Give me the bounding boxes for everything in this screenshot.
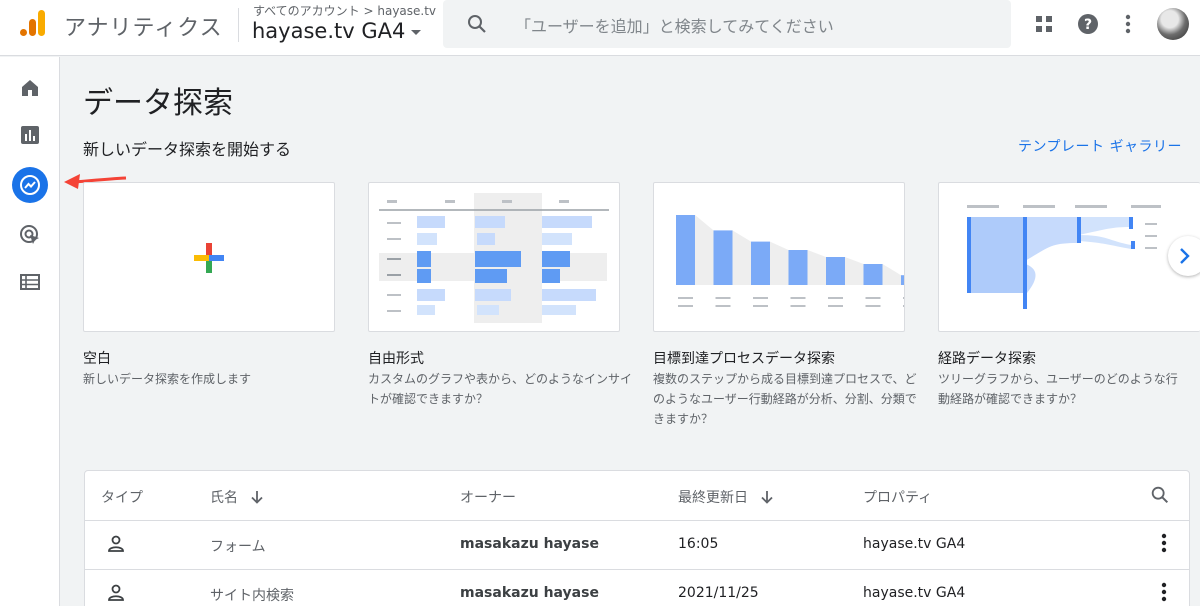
section-title: 新しいデータ探索を開始する (83, 140, 292, 159)
search-bar[interactable]: 「ユーザーを追加」と検索してみてください (443, 0, 1011, 48)
funnel-label-line (865, 297, 881, 299)
chevron-right-icon (1180, 248, 1190, 264)
more-vert-icon[interactable] (1116, 12, 1140, 36)
row-owner: masakazu hayase (460, 585, 599, 601)
funnel-label-line (715, 305, 731, 307)
header-type-label: タイプ (101, 490, 143, 506)
funnel-label-line (790, 297, 806, 299)
breadcrumb[interactable]: すべてのアカウント > hayase.tv (253, 2, 436, 19)
explorations-table: タイプ 氏名 オーナー 最終更新日 プロパティ フォーム masakazu ha… (84, 470, 1190, 606)
funnel-dropoff (770, 241, 789, 285)
funnel-preview (676, 215, 904, 307)
page-title: データ探索 (83, 86, 233, 121)
funnel-label-line (753, 305, 768, 307)
header-name[interactable]: 氏名 (210, 487, 264, 507)
sort-arrow-down-icon (251, 491, 263, 504)
funnel-label-line (753, 297, 768, 299)
header-owner-label: オーナー (460, 490, 516, 506)
funnel-bar (676, 215, 695, 285)
template-card-blank[interactable] (83, 182, 335, 332)
search-placeholder: 「ユーザーを追加」と検索してみてください (515, 17, 834, 36)
sort-arrow-down-icon (761, 491, 773, 504)
funnel-bar (826, 257, 845, 285)
funnel-dropoff (732, 230, 751, 285)
template-desc: 複数のステップから成る目標到達プロセスで、どのようなユーザー行動経路が分析、分割… (653, 372, 917, 426)
property-selector[interactable]: hayase.tv GA4 (252, 19, 422, 43)
header-updated-label: 最終更新日 (678, 490, 748, 506)
nav-configure-icon[interactable] (12, 264, 48, 300)
person-icon (108, 584, 124, 601)
carousel-next-button[interactable] (1168, 236, 1200, 276)
row-name[interactable]: フォーム (210, 536, 266, 556)
search-icon (468, 15, 486, 33)
table-row[interactable]: フォーム masakazu hayase 16:05 hayase.tv GA4 (85, 520, 1189, 569)
plus-icon (194, 243, 224, 273)
account-avatar[interactable] (1157, 8, 1189, 40)
funnel-bar (863, 264, 883, 285)
chevron-down-icon (411, 30, 422, 35)
template-title: 経路データ探索 (938, 351, 1036, 367)
funnel-dropoff (695, 215, 714, 285)
nav-reports-icon[interactable] (12, 117, 48, 153)
row-property: hayase.tv GA4 (863, 536, 966, 552)
header-name-label: 氏名 (210, 490, 238, 506)
funnel-bar (788, 250, 808, 285)
template-title: 自由形式 (368, 351, 424, 367)
funnel-label-line (903, 305, 904, 307)
row-owner: masakazu hayase (460, 536, 599, 552)
funnel-dropoff (882, 264, 901, 285)
table-row[interactable]: サイト内検索 masakazu hayase 2021/11/25 hayase… (85, 569, 1189, 606)
apps-grid-icon[interactable] (1032, 12, 1056, 36)
nav-explore-icon[interactable] (12, 167, 48, 203)
funnel-label-line (865, 305, 881, 307)
funnel-label-line (678, 297, 693, 299)
person-icon (108, 535, 124, 552)
row-more-vert-icon[interactable] (1157, 533, 1171, 553)
template-desc: カスタムのグラフや表から、どのようなインサイトが確認できますか？ (368, 372, 633, 406)
template-gallery-link[interactable]: テンプレート ギャラリー (1018, 136, 1182, 156)
funnel-label-line (903, 297, 904, 299)
left-nav (0, 57, 60, 606)
funnel-dropoff (807, 250, 826, 285)
template-title: 目標到達プロセスデータ探索 (653, 351, 835, 367)
funnel-bar (713, 230, 733, 285)
nav-advertising-icon[interactable] (12, 217, 48, 253)
path-preview (967, 205, 1161, 309)
row-more-vert-icon[interactable] (1157, 582, 1171, 602)
nav-home-icon[interactable] (12, 70, 48, 106)
table-search-icon[interactable] (1149, 484, 1171, 506)
template-card-funnel[interactable] (653, 182, 905, 332)
template-title: 空白 (83, 351, 111, 367)
top-bar: アナリティクス すべてのアカウント > hayase.tv hayase.tv … (0, 0, 1200, 56)
divider (238, 8, 239, 42)
funnel-label-line (678, 305, 693, 307)
svg-text:?: ? (1084, 17, 1092, 33)
header-type[interactable]: タイプ (101, 487, 143, 507)
template-desc: 新しいデータ探索を作成します (83, 372, 252, 386)
header-updated[interactable]: 最終更新日 (678, 487, 774, 507)
free-form-preview (379, 193, 609, 323)
header-property-label: プロパティ (863, 490, 933, 506)
help-icon[interactable]: ? (1076, 12, 1100, 36)
template-card-path[interactable] (938, 182, 1200, 332)
funnel-label-line (790, 305, 806, 307)
app-title: アナリティクス (64, 16, 223, 41)
row-updated: 2021/11/25 (678, 585, 759, 601)
template-card-free-form[interactable] (368, 182, 620, 332)
funnel-label-line (828, 305, 843, 307)
funnel-label-line (828, 297, 843, 299)
row-property: hayase.tv GA4 (863, 585, 966, 601)
funnel-dropoff (845, 257, 864, 285)
analytics-logo-icon[interactable] (18, 8, 48, 38)
row-updated: 16:05 (678, 536, 719, 552)
funnel-bar (901, 275, 904, 285)
template-desc: ツリーグラフから、ユーザーのどのような行動経路が確認できますか？ (938, 372, 1178, 406)
funnel-bar (751, 241, 770, 285)
property-name: hayase.tv GA4 (252, 19, 406, 43)
header-property[interactable]: プロパティ (863, 487, 932, 507)
row-name[interactable]: サイト内検索 (210, 585, 294, 605)
header-owner[interactable]: オーナー (460, 487, 516, 507)
funnel-label-line (715, 297, 731, 299)
